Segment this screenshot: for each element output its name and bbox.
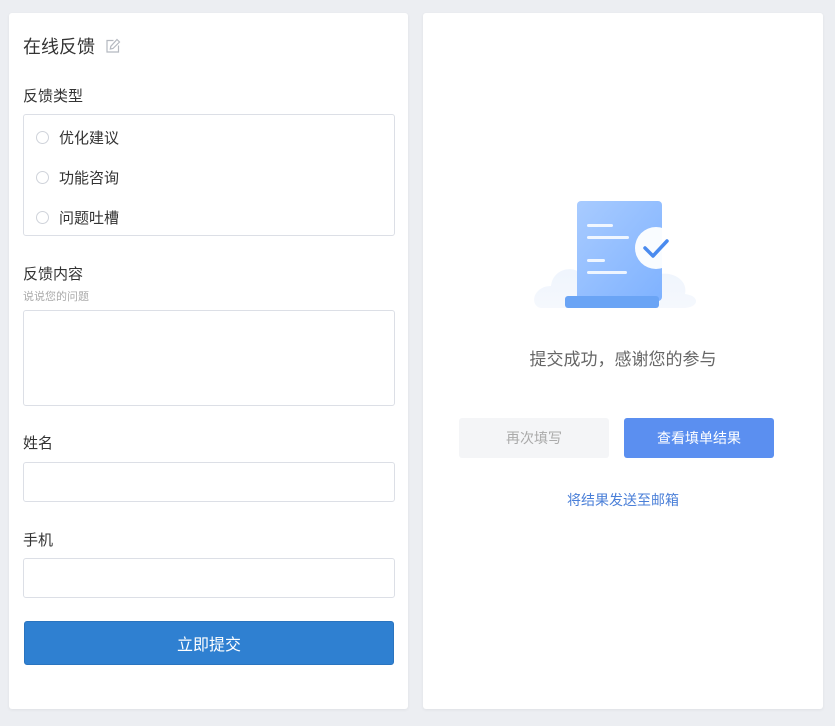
radio-option-label: 优化建议 [59, 129, 120, 147]
feedback-content-textarea[interactable] [23, 310, 395, 406]
view-result-button[interactable]: 查看填单结果 [624, 418, 774, 458]
radio-option-suggestion[interactable]: 优化建议 [36, 127, 119, 148]
name-input[interactable] [23, 462, 395, 502]
radio-circle-icon[interactable] [36, 171, 49, 184]
radio-option-complaint[interactable]: 问题吐槽 [36, 207, 119, 228]
feedback-content-hint: 说说您的问题 [23, 290, 89, 303]
radio-circle-icon[interactable] [36, 211, 49, 224]
form-title: 在线反馈 [23, 33, 122, 59]
document-check-icon [533, 198, 703, 313]
phone-label: 手机 [23, 531, 54, 549]
edit-icon[interactable] [104, 37, 122, 55]
submit-button[interactable]: 立即提交 [24, 621, 394, 665]
radio-option-label: 功能咨询 [59, 169, 120, 187]
name-label: 姓名 [23, 434, 54, 452]
radio-circle-icon[interactable] [36, 131, 49, 144]
feedback-type-label: 反馈类型 [23, 87, 84, 105]
page: 在线反馈 反馈类型 优化建议 功能咨询 问题吐槽 反馈内容 说说您的问题 姓名 … [0, 0, 835, 726]
feedback-form-card: 在线反馈 反馈类型 优化建议 功能咨询 问题吐槽 反馈内容 说说您的问题 姓名 … [9, 13, 408, 709]
submit-success-card: 提交成功，感谢您的参与 再次填写 查看填单结果 将结果发送至邮箱 [423, 13, 823, 709]
radio-option-label: 问题吐槽 [59, 209, 120, 227]
feedback-content-label: 反馈内容 [23, 265, 84, 283]
form-title-text: 在线反馈 [23, 37, 95, 58]
phone-input[interactable] [23, 558, 395, 598]
send-email-link[interactable]: 将结果发送至邮箱 [423, 490, 823, 510]
refill-button[interactable]: 再次填写 [459, 418, 609, 458]
radio-option-inquiry[interactable]: 功能咨询 [36, 167, 119, 188]
feedback-type-radio-group: 优化建议 功能咨询 问题吐槽 [23, 114, 395, 236]
success-message: 提交成功，感谢您的参与 [529, 350, 717, 370]
